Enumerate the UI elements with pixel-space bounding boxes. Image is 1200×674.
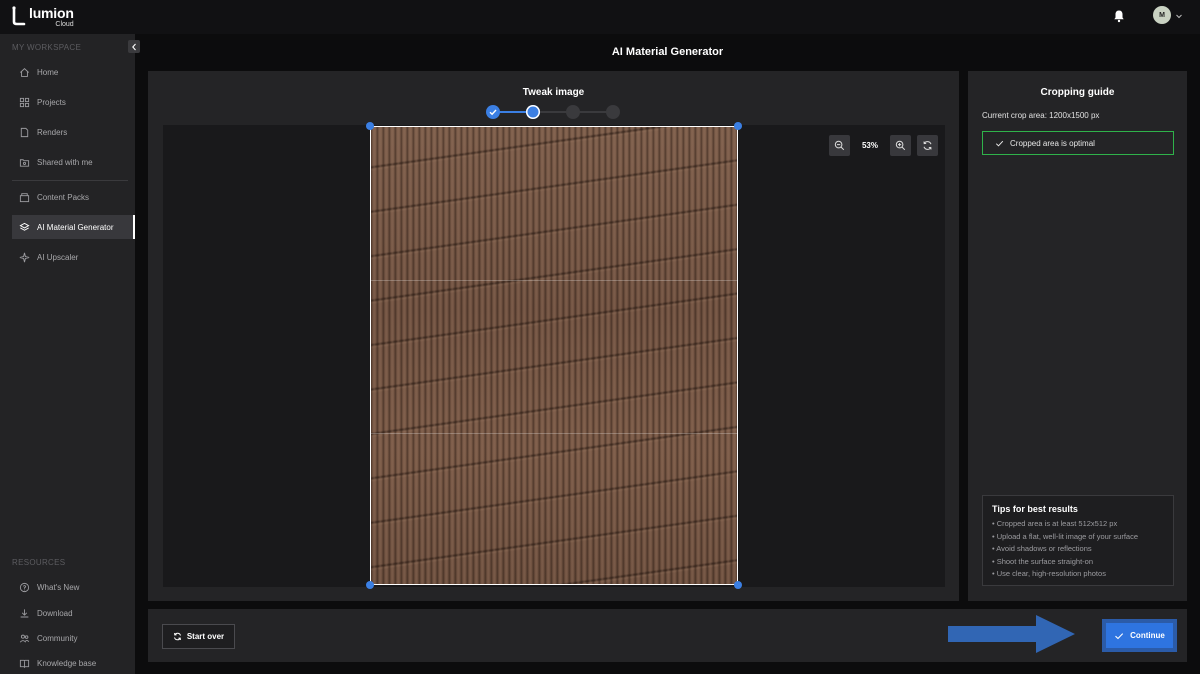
- step-3: [566, 105, 580, 119]
- zoom-in-button[interactable]: [890, 135, 911, 156]
- sidebar-item-ai-material-generator[interactable]: AI Material Generator: [12, 215, 135, 239]
- tip-item: • Cropped area is at least 512x512 px: [992, 519, 1118, 528]
- avatar[interactable]: M: [1153, 6, 1171, 24]
- crop-handle-top-right[interactable]: [734, 122, 742, 130]
- tips-title: Tips for best results: [992, 504, 1078, 514]
- sidebar-item-home[interactable]: Home: [12, 60, 135, 84]
- continue-label: Continue: [1130, 631, 1165, 640]
- cropping-guide-panel: Cropping guide Current crop area: 1200x1…: [968, 71, 1187, 601]
- sidebar-item-label: Content Packs: [37, 192, 90, 202]
- crop-area[interactable]: [370, 126, 738, 585]
- boxes-icon: [19, 192, 30, 202]
- sidebar-item-label: Home: [37, 67, 59, 77]
- sparkle-icon: [19, 252, 30, 262]
- book-icon: [19, 659, 30, 668]
- sidebar-item-label: Download: [37, 608, 73, 618]
- crop-gridline: [371, 433, 737, 434]
- zoom-out-button[interactable]: [829, 135, 850, 156]
- editor-panel: Tweak image 53%: [148, 71, 959, 601]
- start-over-button[interactable]: Start over: [162, 624, 235, 649]
- sidebar-item-label: Projects: [37, 97, 66, 107]
- arrow-right-icon: [948, 615, 1075, 653]
- download-icon: [20, 608, 29, 617]
- reset-view-button[interactable]: [917, 135, 938, 156]
- sidebar: MY WORKSPACE Home Projects Renders Share…: [0, 34, 140, 674]
- page-title: AI Material Generator: [611, 46, 724, 58]
- sidebar-item-label: AI Upscaler: [37, 252, 79, 262]
- tip-item: • Shoot the surface straight-on: [992, 556, 1094, 566]
- sidebar-item-label: Renders: [37, 127, 68, 137]
- people-icon: [19, 634, 30, 642]
- crop-status-badge: Cropped area is optimal: [982, 131, 1174, 155]
- logo-name: lumion: [29, 5, 74, 21]
- step-4: [606, 105, 620, 119]
- grid-icon: [19, 97, 30, 107]
- crop-handle-top-left[interactable]: [366, 122, 374, 130]
- sidebar-item-ai-upscaler[interactable]: AI Upscaler: [12, 245, 135, 269]
- sidebar-item-shared[interactable]: Shared with me: [12, 150, 135, 174]
- sidebar-item-community[interactable]: Community: [12, 626, 135, 650]
- lumion-logo[interactable]: lumion Cloud: [12, 6, 74, 28]
- continue-button-highlight: Continue: [1102, 619, 1177, 652]
- shared-folder-icon: [19, 158, 30, 167]
- sidebar-item-content-packs[interactable]: Content Packs: [12, 185, 135, 209]
- check-icon: [1115, 632, 1124, 639]
- sidebar-item-renders[interactable]: Renders: [12, 120, 135, 144]
- sidebar-divider: [12, 180, 128, 181]
- start-over-label: Start over: [186, 632, 225, 641]
- top-bar: lumion Cloud M: [0, 0, 1200, 34]
- step-1-complete: [486, 105, 500, 119]
- layers-icon: [19, 222, 30, 231]
- zoom-controls: 53%: [829, 135, 938, 156]
- workspace-section-label: MY WORKSPACE: [12, 43, 82, 52]
- refresh-icon: [923, 141, 932, 150]
- crop-gridline: [371, 280, 737, 281]
- sidebar-item-download[interactable]: Download: [12, 601, 135, 625]
- home-icon: [20, 67, 29, 77]
- help-circle-icon: [19, 582, 30, 592]
- crop-handle-bottom-right[interactable]: [734, 581, 742, 589]
- tip-item: • Upload a flat, well-lit image of your …: [992, 531, 1139, 541]
- resources-section-label: RESOURCES: [12, 558, 66, 567]
- continue-button[interactable]: Continue: [1106, 623, 1173, 648]
- tip-item: • Use clear, high-resolution photos: [992, 569, 1106, 578]
- lumion-logo-icon: [12, 6, 26, 26]
- sidebar-item-label: AI Material Generator: [37, 222, 114, 232]
- crop-status-text: Cropped area is optimal: [1010, 138, 1095, 148]
- tips-box: Tips for best results • Cropped area is …: [982, 495, 1174, 586]
- step-title: Tweak image: [522, 87, 585, 98]
- tip-item: • Avoid shadows or reflections: [992, 544, 1092, 553]
- refresh-icon: [173, 632, 181, 641]
- guide-title: Cropping guide: [1040, 87, 1115, 98]
- sidebar-item-label: Knowledge base: [37, 658, 97, 668]
- crop-handle-bottom-left[interactable]: [366, 581, 374, 589]
- stepper: [486, 104, 622, 120]
- action-footer: Start over Continue: [148, 609, 1187, 662]
- sidebar-item-label: Shared with me: [37, 157, 93, 167]
- file-icon: [20, 127, 29, 137]
- zoom-in-icon: [895, 140, 906, 151]
- check-icon: [995, 140, 1004, 147]
- sidebar-item-projects[interactable]: Projects: [12, 90, 135, 114]
- sidebar-item-whats-new[interactable]: What's New: [12, 575, 135, 599]
- bell-icon[interactable]: [1112, 9, 1126, 23]
- zoom-out-icon: [834, 140, 845, 151]
- sidebar-item-label: What's New: [37, 582, 80, 592]
- sidebar-item-label: Community: [37, 633, 78, 643]
- crop-area-readout: Current crop area: 1200x1500 px: [982, 111, 1100, 120]
- zoom-level: 53%: [861, 141, 878, 150]
- check-icon: [489, 109, 497, 116]
- sidebar-item-knowledge-base[interactable]: Knowledge base: [12, 651, 135, 674]
- step-2-current: [526, 105, 540, 119]
- logo-sub: Cloud: [55, 21, 74, 28]
- crop-canvas[interactable]: 53%: [163, 122, 945, 589]
- chevron-down-icon[interactable]: [1175, 12, 1183, 20]
